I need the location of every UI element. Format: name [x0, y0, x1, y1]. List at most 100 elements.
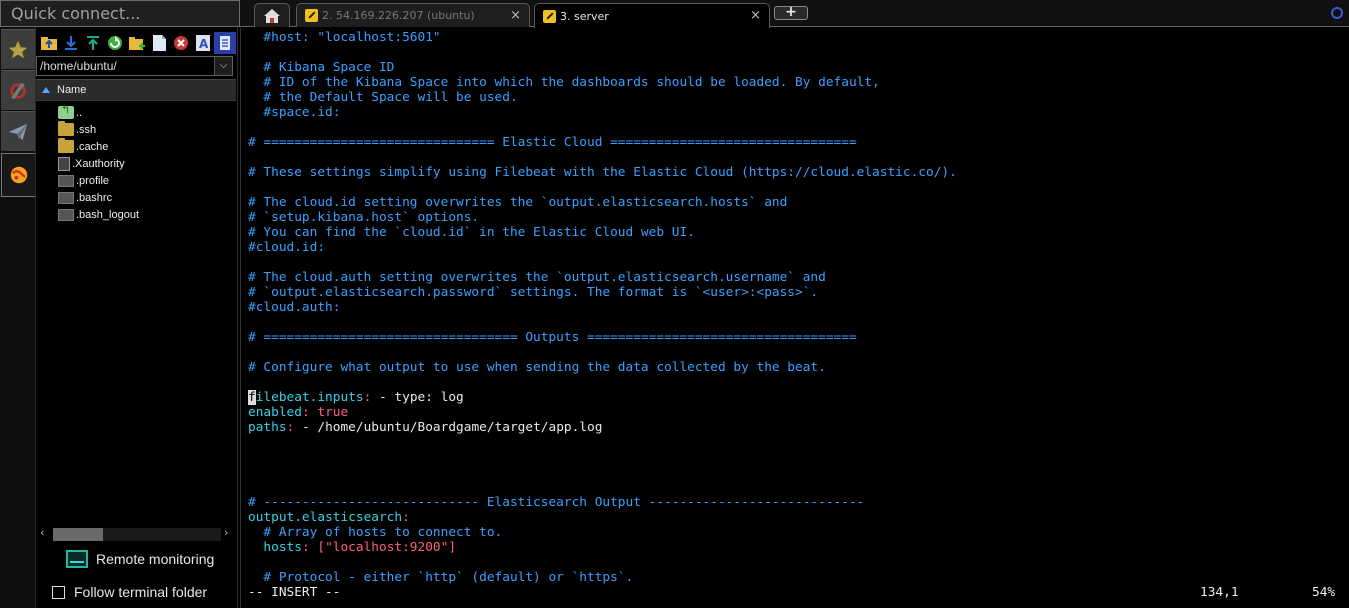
- sftp-path-field[interactable]: ⌵: [36, 56, 233, 76]
- terminal[interactable]: #host: "localhost:5601" # Kibana Space I…: [240, 28, 1349, 608]
- sftp-path-input[interactable]: [37, 57, 215, 75]
- terminal-line: #space.id:: [248, 105, 957, 120]
- vim-status-mode: -- INSERT --: [248, 585, 341, 600]
- terminal-text: output.elasticsearch: [248, 510, 403, 525]
- terminal-text: :: [301, 540, 318, 555]
- mobaxterm-icon[interactable]: [1331, 7, 1343, 19]
- terminal-text: # `output.elasticsearch.password` settin…: [248, 285, 819, 300]
- horizontal-scrollbar[interactable]: ‹ ›: [36, 525, 236, 543]
- file-icon: [58, 208, 74, 221]
- terminal-text: # The cloud.auth setting overwrites the …: [248, 270, 826, 285]
- chevron-down-icon[interactable]: ⌵: [214, 57, 232, 75]
- terminal-text: # ---------------------------- Elasticse…: [248, 495, 865, 510]
- star-icon: [8, 40, 28, 58]
- sort-ascending-icon: [42, 87, 50, 93]
- terminal-line: hosts: ["localhost:9200"]: [248, 540, 957, 555]
- rename-button[interactable]: A: [192, 32, 214, 54]
- sftp-button[interactable]: [1, 153, 35, 197]
- parent-dir-button[interactable]: [38, 32, 60, 54]
- refresh-button[interactable]: [104, 32, 126, 54]
- tab-session-2[interactable]: 2. 54.169.226.207 (ubuntu) ×: [296, 3, 530, 27]
- list-item[interactable]: .cache: [58, 138, 236, 155]
- follow-terminal-folder-label: Follow terminal folder: [74, 584, 208, 600]
- tools-button[interactable]: [1, 70, 35, 110]
- terminal-text: # `setup.kibana.host` options.: [248, 210, 480, 225]
- tab-bar: 2. 54.169.226.207 (ubuntu) × 3. server ×…: [240, 0, 1349, 28]
- remote-monitoring-button[interactable]: Remote monitoring: [66, 547, 214, 571]
- sessions-button[interactable]: [1, 29, 35, 69]
- terminal-text: hosts: [248, 540, 302, 555]
- folder-icon: [58, 121, 74, 136]
- terminal-text: # ============================== Elastic…: [248, 135, 857, 150]
- file-name: ..: [76, 106, 83, 119]
- terminal-text: # the Default Space will be used.: [248, 90, 518, 105]
- terminal-line: # You can find the `cloud.id` in the Ela…: [248, 225, 957, 240]
- svg-text:A: A: [199, 37, 209, 51]
- list-item[interactable]: ..: [58, 103, 236, 121]
- download-button[interactable]: [60, 32, 82, 54]
- tab-home[interactable]: [254, 3, 290, 27]
- properties-button[interactable]: [214, 32, 236, 54]
- terminal-text: ilebeat.inputs: [255, 390, 364, 405]
- tools-icon: [10, 81, 26, 100]
- terminal-text: # These settings simplify using Filebeat…: [248, 165, 957, 180]
- refresh-icon: [108, 36, 122, 50]
- tab-session-3[interactable]: 3. server ×: [534, 3, 770, 28]
- name-column-label: Name: [57, 84, 87, 96]
- terminal-line: paths: - /home/ubuntu/Boardgame/target/a…: [248, 420, 957, 435]
- file-name: .Xauthority: [72, 157, 125, 170]
- list-item[interactable]: .bashrc: [58, 189, 236, 206]
- text-cursor: f: [248, 390, 256, 405]
- terminal-output: #host: "localhost:5601" # Kibana Space I…: [248, 30, 957, 585]
- upload-button[interactable]: [82, 32, 104, 54]
- checkbox[interactable]: [52, 585, 65, 599]
- quick-connect-box[interactable]: [0, 0, 240, 27]
- new-file-button[interactable]: [148, 32, 170, 54]
- scrollbar-thumb[interactable]: [53, 528, 103, 541]
- file-icon: [58, 191, 74, 204]
- new-folder-button[interactable]: [126, 32, 148, 54]
- terminal-line: # ================================= Outp…: [248, 330, 957, 345]
- folder-icon: [58, 138, 74, 153]
- download-icon: [65, 36, 77, 50]
- terminal-line: # Kibana Space ID: [248, 60, 957, 75]
- terminal-line: # ID of the Kibana Space into which the …: [248, 75, 957, 90]
- terminal-text: # ID of the Kibana Space into which the …: [248, 75, 880, 90]
- terminal-line: output.elasticsearch:: [248, 510, 957, 525]
- terminal-text: :: [402, 510, 410, 525]
- vim-cursor-position: 134,1: [1200, 585, 1239, 600]
- chevron-right-icon[interactable]: ›: [224, 526, 228, 539]
- list-item[interactable]: .profile: [58, 172, 236, 189]
- wrench-icon: [543, 9, 556, 23]
- document-icon: [220, 36, 230, 50]
- list-item[interactable]: .ssh: [58, 121, 236, 138]
- chevron-left-icon[interactable]: ‹: [40, 526, 44, 539]
- file-list: .. .ssh .cache .Xauthority .profile .bas…: [58, 103, 236, 223]
- quick-connect-input[interactable]: [1, 1, 239, 26]
- wrench-icon: [305, 9, 318, 22]
- terminal-text: - /home/ubuntu/Boardgame/target/app.log: [294, 420, 603, 435]
- terminal-text: # Protocol - either `http` (default) or …: [248, 570, 634, 585]
- name-column-header[interactable]: Name: [36, 79, 236, 101]
- parent-folder-icon: [58, 103, 74, 119]
- tab-label: 3. server: [560, 9, 609, 23]
- terminal-line: # Protocol - either `http` (default) or …: [248, 570, 957, 585]
- delete-button[interactable]: [170, 32, 192, 54]
- follow-terminal-folder-checkbox[interactable]: Follow terminal folder: [52, 582, 207, 602]
- list-item[interactable]: .bash_logout: [58, 206, 236, 223]
- rename-icon: A: [196, 35, 210, 51]
- close-icon[interactable]: ×: [510, 8, 521, 23]
- terminal-line: #cloud.auth:: [248, 300, 957, 315]
- list-item[interactable]: .Xauthority: [58, 155, 236, 172]
- macros-button[interactable]: [1, 111, 35, 151]
- new-tab-button[interactable]: +: [774, 5, 808, 20]
- terminal-text: # The cloud.id setting overwrites the `o…: [248, 195, 788, 210]
- close-icon[interactable]: ×: [750, 8, 761, 23]
